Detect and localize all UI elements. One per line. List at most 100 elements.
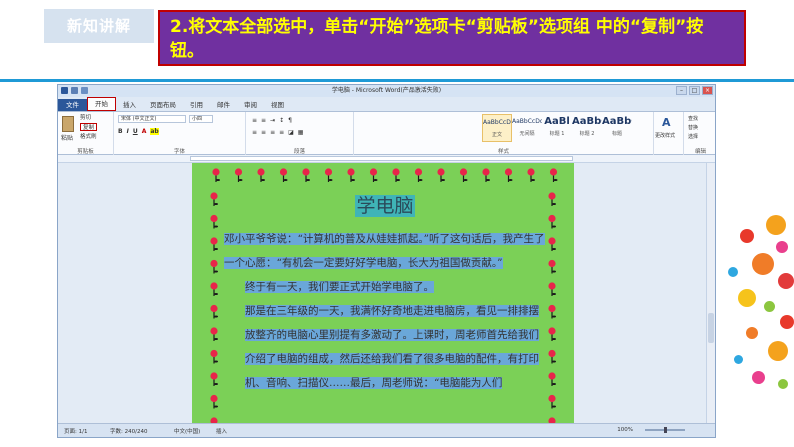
tab-review[interactable]: 审阅 bbox=[237, 99, 264, 111]
font-format-row: B I U A ab bbox=[118, 128, 159, 135]
style-tile[interactable]: AaBbCcDd 正文 bbox=[482, 114, 512, 142]
language-indicator[interactable]: 中文(中国) bbox=[174, 427, 200, 435]
flower-ornament bbox=[548, 394, 556, 409]
page-indicator[interactable]: 页面: 1/1 bbox=[64, 427, 87, 435]
title-bar: 学电脑 - Microsoft Word(产品激活失败) – □ × bbox=[58, 85, 715, 97]
tab-view[interactable]: 视图 bbox=[264, 99, 291, 111]
ribbon-tabs: 文件 开始 插入 页面布局 引用 邮件 审阅 视图 bbox=[58, 97, 715, 111]
tab-home[interactable]: 开始 bbox=[87, 97, 116, 111]
document-content[interactable]: 学电脑 邓小平爷爷说：“计算机的普及从娃娃抓起。”听了这句话后，我产生了一个心愿… bbox=[224, 189, 546, 395]
horizontal-ruler[interactable] bbox=[190, 156, 573, 161]
zoom-slider-knob[interactable] bbox=[664, 427, 667, 433]
insert-mode[interactable]: 插入 bbox=[216, 427, 227, 435]
style-sample: AaBbCcDd bbox=[483, 119, 511, 126]
word-count[interactable]: 字数: 240/240 bbox=[110, 427, 147, 435]
tab-page-layout[interactable]: 页面布局 bbox=[143, 99, 183, 111]
flower-ornament bbox=[210, 349, 218, 364]
shading-icon[interactable]: ◪ bbox=[288, 129, 294, 136]
tab-insert[interactable]: 插入 bbox=[116, 99, 143, 111]
replace-button[interactable]: 替换 bbox=[688, 124, 698, 131]
show-marks-icon[interactable]: ¶ bbox=[288, 117, 292, 124]
clipboard-group: 粘贴 剪切 复制 格式刷 剪贴板 bbox=[58, 112, 114, 156]
flower-ornament bbox=[482, 168, 490, 182]
sort-icon[interactable]: ↕ bbox=[279, 117, 284, 124]
font-color-icon[interactable]: A bbox=[142, 128, 147, 135]
style-name: 标题 1 bbox=[549, 131, 565, 137]
flower-ornament bbox=[549, 168, 558, 182]
align-right-icon[interactable]: ≡ bbox=[270, 129, 275, 136]
change-styles-button[interactable]: 更改样式 bbox=[655, 132, 675, 139]
justify-icon[interactable]: ≡ bbox=[279, 129, 284, 136]
bullets-icon[interactable]: ≡ bbox=[252, 117, 257, 124]
document-page[interactable]: 学电脑 邓小平爷爷说：“计算机的普及从娃娃抓起。”听了这句话后，我产生了一个心愿… bbox=[192, 163, 574, 425]
window-controls: – □ × bbox=[676, 86, 713, 95]
flower-ornament bbox=[324, 168, 333, 182]
numbering-icon[interactable]: ≡ bbox=[261, 117, 266, 124]
window-title: 学电脑 - Microsoft Word(产品激活失败) bbox=[331, 87, 442, 94]
align-center-icon[interactable]: ≡ bbox=[261, 129, 266, 136]
flower-ornament bbox=[414, 168, 423, 182]
paste-button[interactable]: 粘贴 bbox=[61, 133, 73, 142]
scroll-thumb[interactable] bbox=[708, 313, 714, 343]
font-name-select[interactable]: 宋体 (中文正文) bbox=[118, 115, 186, 123]
selected-text: 那是在三年级的一天，我满怀好奇地走进电脑房，看见一排排摆放整齐的电脑心里别提有多… bbox=[245, 305, 539, 389]
style-name: 无间隔 bbox=[519, 131, 535, 137]
flower-ornament bbox=[210, 394, 218, 409]
indent-icon[interactable]: ⇥ bbox=[270, 117, 275, 124]
tab-file[interactable]: 文件 bbox=[58, 99, 87, 111]
align-left-icon[interactable]: ≡ bbox=[252, 129, 257, 136]
cut-button[interactable]: 剪切 bbox=[80, 114, 91, 122]
maximize-icon[interactable]: □ bbox=[689, 86, 700, 95]
tab-references[interactable]: 引用 bbox=[183, 99, 210, 111]
flower-ornament bbox=[548, 192, 556, 206]
paste-icon[interactable] bbox=[62, 116, 74, 132]
flower-ornament bbox=[210, 214, 218, 229]
format-painter-button[interactable]: 格式刷 bbox=[80, 133, 97, 141]
highlight-icon[interactable]: ab bbox=[150, 128, 159, 135]
flower-ornament bbox=[459, 168, 468, 182]
change-styles-group: A 更改样式 bbox=[654, 112, 684, 156]
close-icon[interactable]: × bbox=[702, 86, 713, 95]
style-sample: AaBbCcDd bbox=[512, 118, 542, 125]
tab-mailings[interactable]: 邮件 bbox=[210, 99, 237, 111]
style-tile[interactable]: AaBl 标题 1 bbox=[542, 114, 572, 142]
decorative-dots bbox=[718, 215, 794, 405]
flower-ornament bbox=[527, 168, 535, 182]
styles-group-label: 样式 bbox=[497, 149, 509, 155]
style-tile[interactable]: AaBbC 标题 bbox=[602, 114, 632, 142]
paragraph-group: ≡ ≡ ⇥ ↕ ¶ ≡ ≡ ≡ ≡ ◪ ▦ 段落 bbox=[246, 112, 354, 156]
border-icon[interactable]: ▦ bbox=[298, 129, 304, 136]
style-tile[interactable]: AaBbC 标题 2 bbox=[572, 114, 602, 142]
document-area: 学电脑 邓小平爷爷说：“计算机的普及从娃娃抓起。”听了这句话后，我产生了一个心愿… bbox=[58, 163, 708, 425]
style-sample: AaBbC bbox=[572, 116, 602, 127]
style-name: 标题 2 bbox=[579, 131, 595, 137]
flower-ornament bbox=[279, 168, 288, 182]
flower-ornament bbox=[548, 282, 556, 296]
clipboard-group-label: 剪贴板 bbox=[77, 149, 94, 155]
vertical-scrollbar[interactable] bbox=[706, 163, 715, 425]
flower-ornament bbox=[234, 168, 243, 182]
slide: 新知讲解 2.将文本全部选中，单击“开始”选项卡“剪贴板”选项组 中的“复制”按… bbox=[0, 0, 794, 447]
find-button[interactable]: 查找 bbox=[688, 115, 698, 122]
change-styles-icon[interactable]: A bbox=[662, 116, 671, 129]
font-size-select[interactable]: 小四 bbox=[189, 115, 213, 123]
flower-ornament bbox=[548, 214, 556, 229]
styles-group: AaBbCcDd 正文 AaBbCcDd 无间隔 AaBl 标题 1 AaBbC 标题 … bbox=[354, 112, 654, 156]
flower-ornament bbox=[548, 372, 556, 386]
style-tile[interactable]: AaBbCcDd 无间隔 bbox=[512, 114, 542, 142]
italic-icon[interactable]: I bbox=[127, 128, 129, 135]
underline-icon[interactable]: U bbox=[133, 128, 138, 135]
flower-ornament bbox=[504, 168, 513, 182]
flower-ornament bbox=[548, 304, 556, 319]
bold-icon[interactable]: B bbox=[118, 128, 123, 135]
flower-ornament bbox=[210, 304, 218, 319]
zoom-level[interactable]: 100% bbox=[617, 427, 633, 433]
style-sample: AaBl bbox=[544, 116, 570, 127]
list-controls: ≡ ≡ ⇥ ↕ ¶ bbox=[252, 117, 292, 124]
copy-button[interactable]: 复制 bbox=[80, 123, 98, 131]
paragraph-group-label: 段落 bbox=[293, 149, 305, 155]
ruler-bar bbox=[58, 155, 715, 163]
ribbon: 粘贴 剪切 复制 格式刷 剪贴板 宋体 (中文正文) 小四 B I U A ab… bbox=[58, 111, 715, 156]
select-button[interactable]: 选择 bbox=[688, 133, 698, 140]
minimize-icon[interactable]: – bbox=[676, 86, 687, 95]
